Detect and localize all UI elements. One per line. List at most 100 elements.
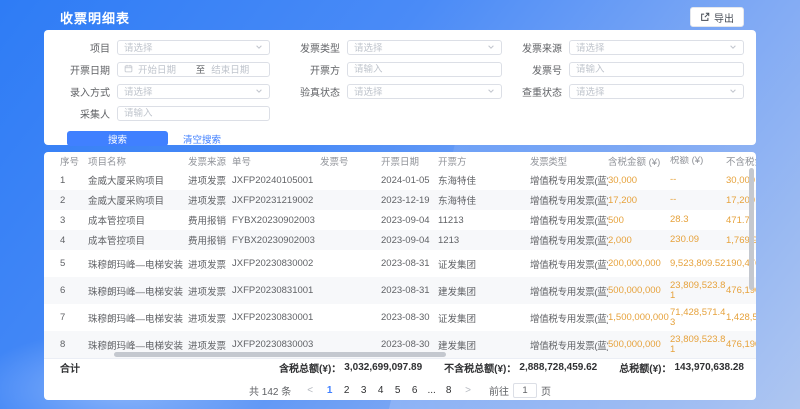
invoice-date-range[interactable]: 开始日期 至 结束日期 bbox=[117, 62, 270, 77]
column-header: 项目名称 bbox=[88, 154, 188, 168]
cell-amount: 500 bbox=[608, 215, 670, 226]
cell-date: 2023-09-04 bbox=[381, 215, 438, 226]
cell-invoice-type: 增值税专用发票(蓝) bbox=[530, 311, 608, 325]
cell-date: 2024-01-05 bbox=[381, 175, 438, 186]
cell-seq: 3 bbox=[60, 215, 88, 226]
clear-search-link[interactable]: 清空搜索 bbox=[183, 132, 221, 146]
table-row: 7 珠穆朗玛峰—电梯安装 进项发票 JXFP20230830001 2023-0… bbox=[44, 304, 756, 331]
cell-project-name: 成本管控项目 bbox=[88, 213, 188, 227]
entry-method-placeholder: 请选择 bbox=[124, 84, 255, 98]
verify-status-select[interactable]: 请选择 bbox=[347, 84, 502, 99]
cell-amount: 500,000,000 bbox=[608, 285, 670, 296]
goto-page-input[interactable] bbox=[513, 383, 537, 398]
page-list: 123456...8 bbox=[321, 385, 457, 396]
page-number[interactable]: 4 bbox=[372, 385, 389, 396]
cell-payer: 东海特佳 bbox=[438, 193, 530, 207]
column-header: 不含税金额 (¥) bbox=[726, 154, 756, 168]
page-number[interactable]: 5 bbox=[389, 385, 406, 396]
summary-row: 合计 含税总额(¥)： 3,032,699,097.89 不含税总额(¥)： 2… bbox=[44, 358, 756, 376]
invoice-source-label: 发票来源 bbox=[502, 40, 562, 55]
page-number[interactable]: ... bbox=[423, 385, 440, 396]
invoice-source-placeholder: 请选择 bbox=[576, 40, 729, 54]
page-number[interactable]: 3 bbox=[355, 385, 372, 396]
cell-project-name: 珠穆朗玛峰—电梯安装 bbox=[88, 257, 188, 271]
cell-source: 进项发票 bbox=[188, 311, 232, 325]
cell-seq: 4 bbox=[60, 235, 88, 246]
project-select[interactable]: 请选择 bbox=[117, 40, 270, 55]
cell-payer: 1213 bbox=[438, 235, 530, 246]
cell-doc-no: FYBX20230902003 bbox=[232, 215, 320, 226]
project-placeholder: 请选择 bbox=[124, 40, 255, 54]
page-title: 收票明细表 bbox=[60, 8, 130, 27]
cell-amount: 30,000 bbox=[608, 175, 670, 186]
cell-invoice-type: 增值税专用发票(蓝) bbox=[530, 257, 608, 271]
cell-seq: 5 bbox=[60, 258, 88, 269]
cell-seq: 2 bbox=[60, 195, 88, 206]
prev-page-arrow[interactable]: < bbox=[303, 385, 317, 396]
chevron-down-icon bbox=[255, 82, 263, 100]
summary-label: 合计 bbox=[60, 360, 80, 375]
cell-project-name: 成本管控项目 bbox=[88, 233, 188, 247]
chevron-down-icon bbox=[255, 38, 263, 56]
issuer-input[interactable] bbox=[354, 64, 495, 75]
page-number[interactable]: 1 bbox=[321, 385, 338, 396]
cell-seq: 1 bbox=[60, 175, 88, 186]
cell-payer: 建发集团 bbox=[438, 284, 530, 298]
cell-seq: 7 bbox=[60, 312, 88, 323]
cell-tax: 9,523,809.52 bbox=[670, 259, 726, 269]
cell-invoice-type: 增值税专用发票(蓝) bbox=[530, 193, 608, 207]
taxed-total-label: 含税总额(¥)： bbox=[279, 360, 341, 375]
cell-project-name: 金威大厦采购项目 bbox=[88, 193, 188, 207]
next-page-arrow[interactable]: > bbox=[461, 385, 475, 396]
invoice-type-label: 发票类型 bbox=[270, 40, 340, 55]
cell-tax: -- bbox=[670, 195, 726, 205]
cell-date: 2023-08-31 bbox=[381, 285, 438, 296]
invoice-no-input-wrap bbox=[569, 62, 744, 77]
cell-payer: 证发集团 bbox=[438, 257, 530, 271]
table-row: 1 金威大厦采购项目 进项发票 JXFP20240105001 2024-01-… bbox=[44, 170, 756, 190]
cell-tax: 71,428,571.43 bbox=[670, 308, 726, 328]
end-date-placeholder: 结束日期 bbox=[211, 62, 263, 76]
collector-input[interactable] bbox=[124, 108, 263, 119]
cell-tax: 230.09 bbox=[670, 235, 726, 245]
dup-check-status-placeholder: 请选择 bbox=[576, 84, 729, 98]
cell-invoice-type: 增值税专用发票(蓝) bbox=[530, 233, 608, 247]
cell-date: 2023-08-30 bbox=[381, 312, 438, 323]
invoice-table-panel: 序号项目名称发票来源单号发票号开票日期开票方发票类型含税金额 (¥)税额 (¥)… bbox=[44, 152, 756, 400]
export-button[interactable]: 导出 bbox=[690, 7, 744, 27]
invoice-source-select[interactable]: 请选择 bbox=[569, 40, 744, 55]
column-header: 开票日期 bbox=[381, 154, 438, 168]
invoice-no-label: 发票号 bbox=[502, 62, 562, 77]
invoice-date-label: 开票日期 bbox=[44, 62, 110, 77]
untaxed-total-label: 不含税总额(¥)： bbox=[444, 360, 516, 375]
table-row: 2 金威大厦采购项目 进项发票 JXFP20231219002 2023-12-… bbox=[44, 190, 756, 210]
dup-check-status-select[interactable]: 请选择 bbox=[569, 84, 744, 99]
untaxed-total-value: 2,888,728,459.62 bbox=[519, 362, 597, 373]
collector-input-wrap bbox=[117, 106, 270, 121]
cell-invoice-type: 增值税专用发票(蓝) bbox=[530, 284, 608, 298]
cell-source: 费用报销 bbox=[188, 233, 232, 247]
page-number[interactable]: 8 bbox=[440, 385, 457, 396]
horizontal-scrollbar[interactable] bbox=[114, 352, 446, 357]
page-unit-label: 页 bbox=[541, 383, 551, 398]
cell-source: 进项发票 bbox=[188, 173, 232, 187]
page-number[interactable]: 2 bbox=[338, 385, 355, 396]
invoice-no-input[interactable] bbox=[576, 64, 737, 75]
start-date-placeholder: 开始日期 bbox=[138, 62, 190, 76]
cell-payer: 证发集团 bbox=[438, 311, 530, 325]
cell-source: 进项发票 bbox=[188, 338, 232, 352]
dup-check-status-label: 查重状态 bbox=[502, 84, 562, 99]
invoice-type-select[interactable]: 请选择 bbox=[347, 40, 502, 55]
column-header: 发票类型 bbox=[530, 154, 608, 168]
vertical-scrollbar[interactable] bbox=[749, 168, 754, 290]
taxed-total-value: 3,032,699,097.89 bbox=[344, 362, 422, 373]
search-button[interactable]: 搜索 bbox=[67, 131, 168, 146]
cell-amount: 2,000 bbox=[608, 235, 670, 246]
cell-seq: 6 bbox=[60, 285, 88, 296]
collector-label: 采集人 bbox=[44, 106, 110, 121]
cell-doc-no: FYBX20230902003 bbox=[232, 235, 320, 246]
page-number[interactable]: 6 bbox=[406, 385, 423, 396]
cell-project-name: 珠穆朗玛峰—电梯安装 bbox=[88, 284, 188, 298]
entry-method-select[interactable]: 请选择 bbox=[117, 84, 270, 99]
cell-source: 费用报销 bbox=[188, 213, 232, 227]
